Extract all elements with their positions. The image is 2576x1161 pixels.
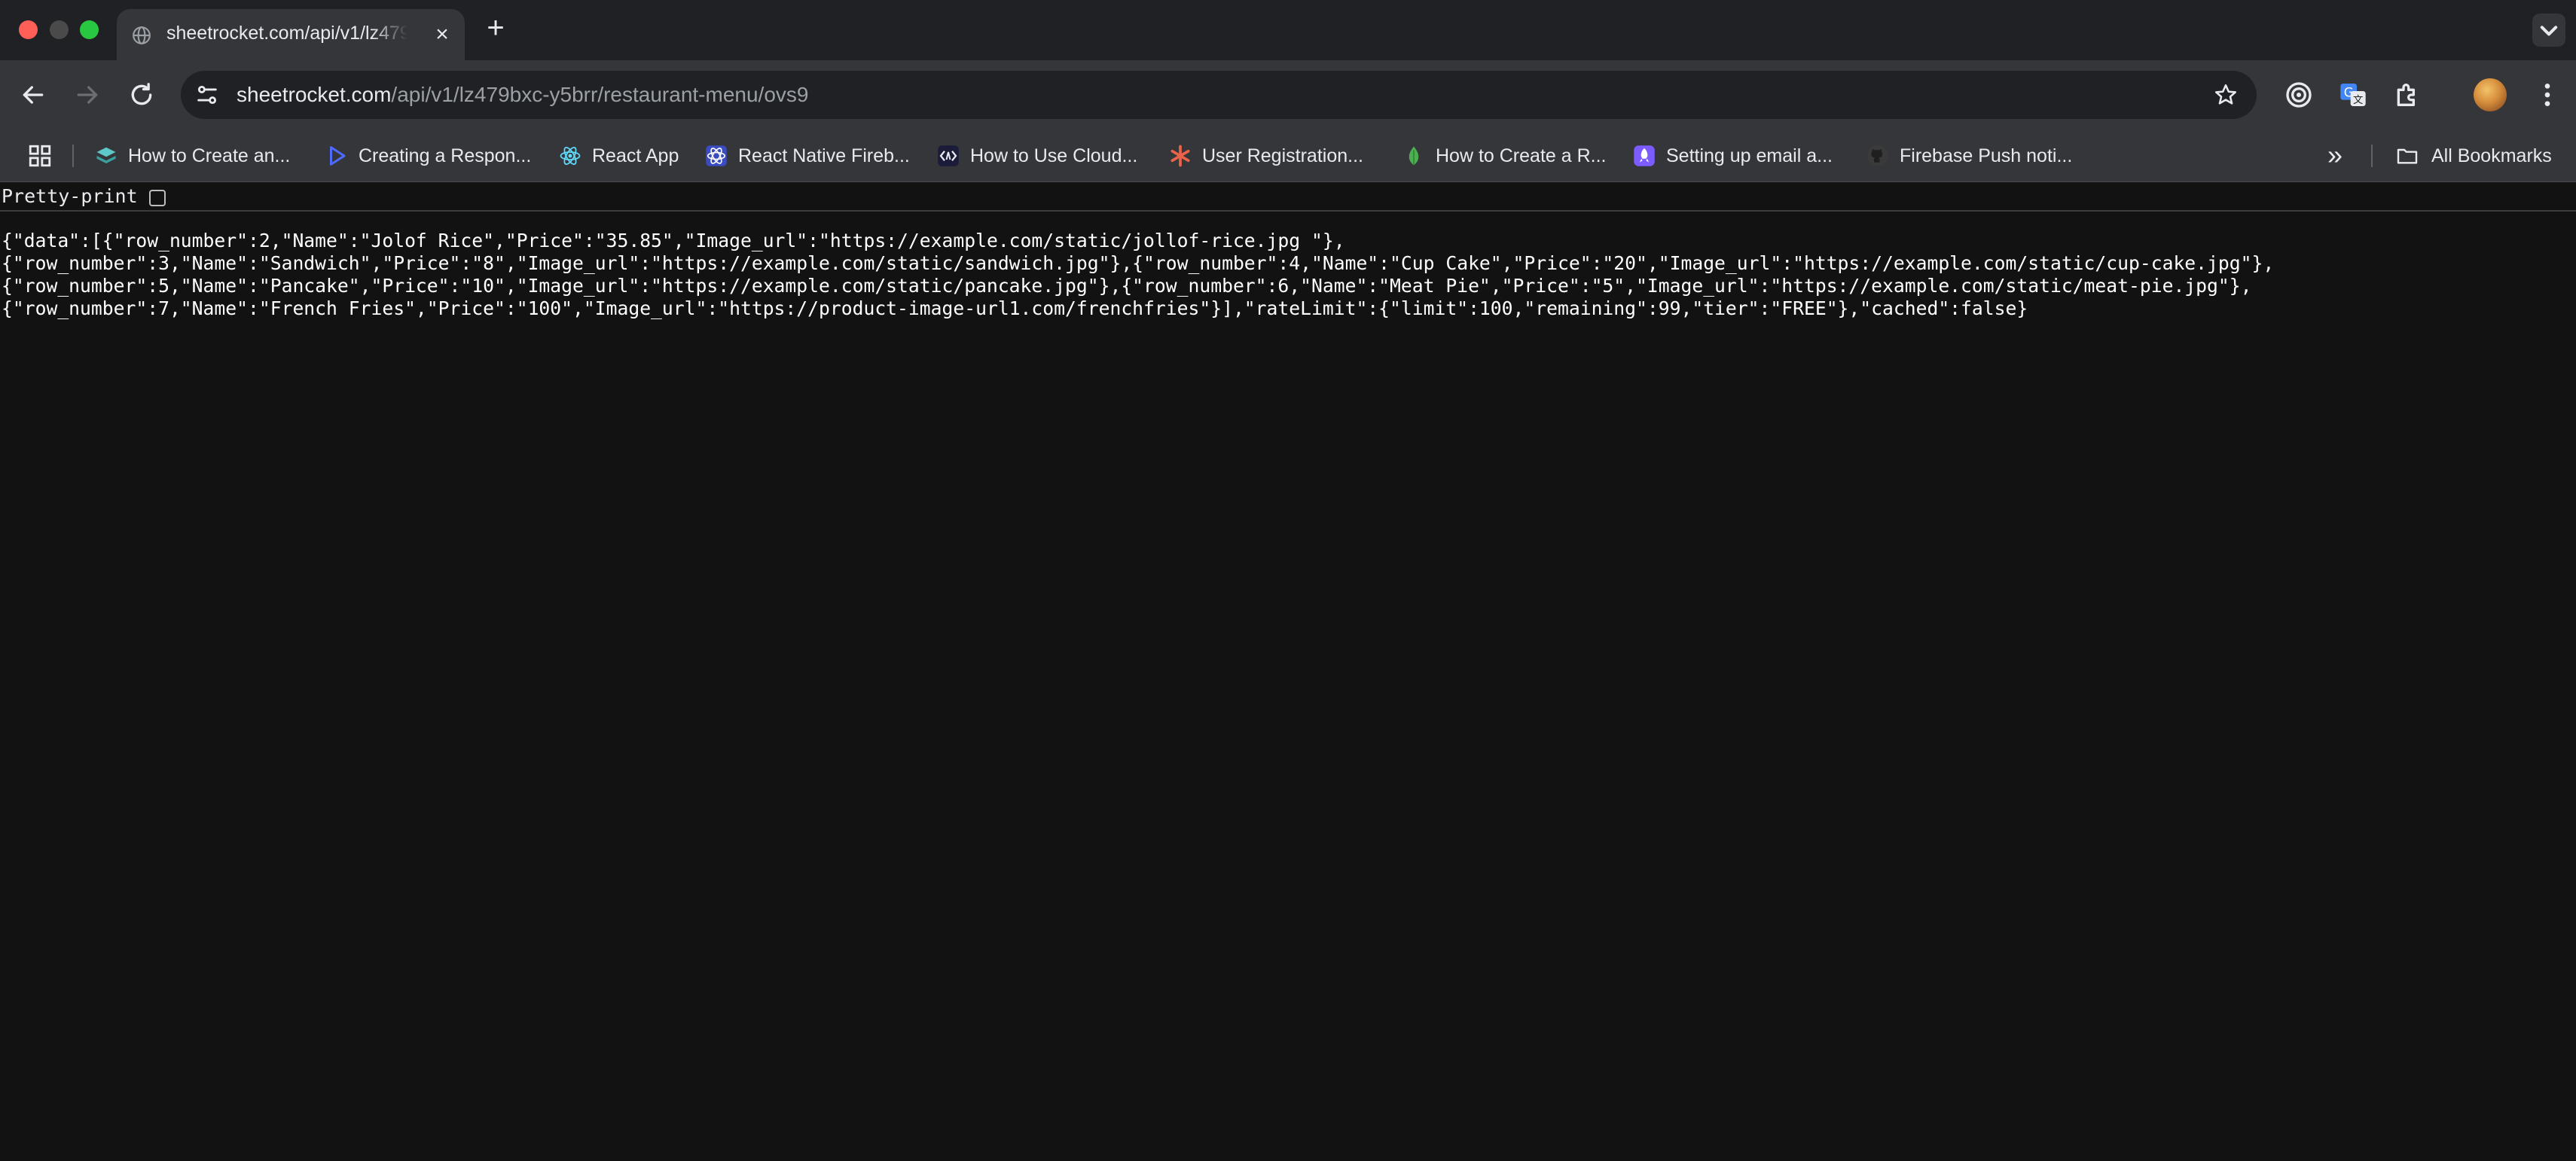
bookmark-label: React Native Fireb... — [738, 145, 910, 166]
maximize-window-button[interactable] — [80, 20, 99, 39]
asterisk-icon — [1170, 145, 1190, 167]
folder-icon — [2397, 148, 2418, 164]
json-response-body: {"data":[{"row_number":2,"Name":"Jolof R… — [2, 230, 2570, 320]
json-line: {"row_number":7,"Name":"French Fries","P… — [2, 297, 2028, 319]
arrow-right-icon — [77, 86, 98, 104]
bookmark-label: How to Create an... — [128, 145, 291, 166]
arrow-left-icon — [23, 86, 44, 104]
tab-search-button[interactable] — [2532, 14, 2565, 47]
mongodb-icon — [1409, 146, 1419, 166]
extensions-puzzle-icon[interactable] — [2392, 80, 2422, 110]
back-button[interactable] — [18, 80, 48, 110]
all-bookmarks-button[interactable]: All Bookmarks — [2395, 140, 2552, 172]
more-bookmarks-button[interactable]: » — [2321, 142, 2349, 170]
reload-icon — [131, 83, 152, 105]
globe-icon — [133, 26, 151, 44]
bookmarks-divider — [2371, 145, 2373, 167]
bookmark-item[interactable]: React App — [559, 140, 679, 172]
bookmark-label: Setting up email a... — [1666, 145, 1833, 166]
bookmark-item[interactable]: Setting up email a... — [1633, 140, 1833, 172]
bookmark-item[interactable]: React Native Fireb... — [705, 140, 910, 172]
svg-text:文: 文 — [2353, 94, 2363, 106]
github-icon — [1867, 145, 1888, 166]
pretty-print-label: Pretty-print — [2, 185, 138, 207]
json-line: {"row_number":3,"Name":"Sandwich","Price… — [2, 252, 2275, 274]
more-vertical-icon[interactable] — [2532, 80, 2562, 110]
url-host: sheetrocket.com — [237, 83, 392, 106]
tab-title: sheetrocket.com/api/v1/lz479bxc-y5brr/re… — [166, 23, 407, 44]
all-bookmarks-label: All Bookmarks — [2431, 145, 2552, 166]
toolbar: sheetrocket.com/api/v1/lz479bxc-y5brr/re… — [0, 60, 2576, 130]
bookmarks-divider — [72, 145, 74, 167]
bookmark-label: React App — [592, 145, 679, 166]
forward-button[interactable] — [72, 80, 102, 110]
bookmarks-bar: How to Create an... Creating a Respon...… — [0, 130, 2576, 182]
bookmark-label: Firebase Push noti... — [1900, 145, 2073, 166]
rocket-icon — [1634, 145, 1655, 166]
bookmark-label: Creating a Respon... — [359, 145, 532, 166]
json-line: {"row_number":5,"Name":"Pancake","Price"… — [2, 275, 2252, 297]
minimize-window-button[interactable] — [50, 20, 69, 39]
site-settings-icon[interactable] — [194, 82, 220, 108]
bookmark-item[interactable]: Firebase Push noti... — [1866, 140, 2072, 172]
translate-icon[interactable]: G 文 — [2338, 80, 2368, 110]
profile-avatar[interactable] — [2474, 78, 2507, 111]
new-tab-button[interactable]: + — [482, 13, 509, 43]
bookmark-label: User Registration... — [1202, 145, 1363, 166]
bookmark-item[interactable]: How to Create an... — [95, 140, 290, 172]
react-icon — [560, 147, 581, 165]
tab-strip: sheetrocket.com/api/v1/lz479bxc-y5brr/re… — [0, 0, 2576, 60]
bookmark-label: How to Create a R... — [1436, 145, 1607, 166]
bookmark-item[interactable]: Creating a Respon... — [325, 140, 531, 172]
address-bar[interactable]: sheetrocket.com/api/v1/lz479bxc-y5brr/re… — [181, 71, 2257, 119]
url-path: /api/v1/lz479bxc-y5brr/restaurant-menu/o… — [391, 83, 809, 106]
bookmark-star-icon[interactable] — [2213, 82, 2239, 108]
chevron-down-icon — [2540, 26, 2558, 36]
close-window-button[interactable] — [19, 20, 38, 39]
bookmark-item[interactable]: User Registration... — [1169, 140, 1363, 172]
code-icon — [938, 145, 959, 166]
play-icon — [330, 146, 346, 166]
bookmark-item[interactable]: How to Create a R... — [1402, 140, 1606, 172]
extension-target-icon[interactable] — [2284, 80, 2314, 110]
active-tab[interactable]: sheetrocket.com/api/v1/lz479bxc-y5brr/re… — [117, 9, 465, 60]
react-icon — [706, 145, 727, 166]
pretty-print-bar: Pretty-print — [0, 183, 2576, 212]
bookmark-item[interactable]: How to Use Cloud... — [937, 140, 1137, 172]
pretty-print-checkbox[interactable] — [149, 190, 166, 206]
tab-close-button[interactable]: × — [432, 23, 453, 46]
url-text[interactable]: sheetrocket.com/api/v1/lz479bxc-y5brr/re… — [237, 71, 808, 119]
apps-grid-icon[interactable] — [27, 143, 53, 169]
json-line: {"data":[{"row_number":2,"Name":"Jolof R… — [2, 230, 1345, 251]
layers-icon — [96, 147, 116, 163]
reload-button[interactable] — [127, 80, 157, 110]
bookmark-label: How to Use Cloud... — [970, 145, 1138, 166]
